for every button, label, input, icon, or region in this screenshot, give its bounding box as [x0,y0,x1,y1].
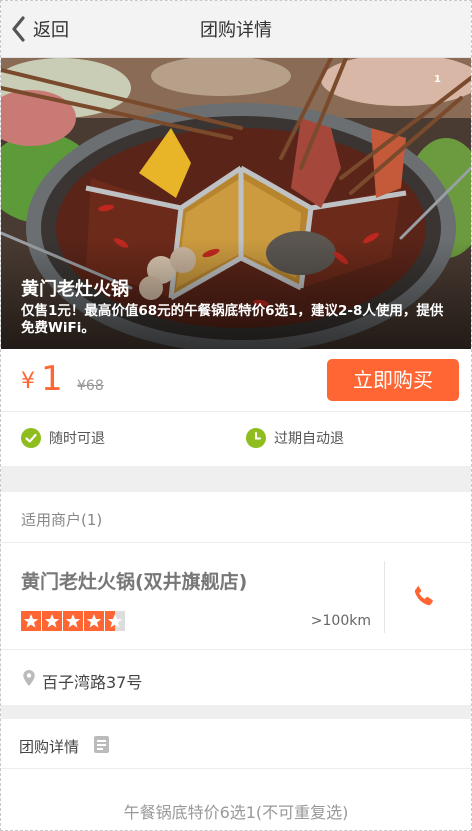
deal-detail-item: 午餐锅底特价6选1(不可重复选) [123,803,349,822]
merchant-address: 百子湾路37号 [42,673,143,692]
guarantee-expiry-refund: 过期自动退 [246,428,344,448]
original-price: ¥68 [77,378,104,394]
deal-detail-header: 团购详情 [1,719,471,769]
merchant-section-header: 适用商户(1) [1,492,471,543]
deal-detail-content: 午餐锅底特价6选1(不可重复选) [1,769,471,830]
top-nav-bar: 返回 团购详情 [1,1,471,58]
page-title: 团购详情 [200,20,272,41]
merchant-distance: >100km [310,613,371,629]
deal-detail-title: 团购详情 [19,738,80,756]
merchant-address-row[interactable]: 百子湾路37号 [1,650,471,705]
location-pin-icon [23,670,35,686]
merchant-section-title: 适用商户(1) [21,511,103,529]
section-divider [1,705,471,719]
half-star-icon [105,611,125,631]
star-icon [42,611,62,631]
merchant-name: 黄门老灶火锅(双井旗舰店) [21,571,248,593]
document-icon [94,736,109,753]
price-row: ¥ 1 ¥68 立即购买 [1,349,471,411]
deal-image-banner[interactable]: 1 黄门老灶火锅 仅售1元！最高价值68元的午餐锅底特价6选1，建议2-8人使用… [1,58,471,349]
currency-symbol: ¥ [21,369,35,394]
star-icon [63,611,83,631]
image-pager: 1 [434,74,441,85]
page: 返回 团购详情 1 黄门老灶火锅 仅售1元！最高价值68元的午餐锅底特价6选1，… [0,0,472,831]
star-icon [21,611,41,631]
star-rating [21,611,126,631]
refund-guarantees: 随时可退 过期自动退 [1,411,471,467]
guarantee-label: 过期自动退 [274,431,344,447]
deal-title: 黄门老灶火锅 [21,279,129,300]
section-divider [1,466,471,492]
star-icon [84,611,104,631]
guarantee-anytime-refund: 随时可退 [21,428,105,448]
deal-description: 仅售1元！最高价值68元的午餐锅底特价6选1，建议2-8人使用，提供免费WiFi… [21,303,444,336]
clock-icon [246,428,266,448]
phone-icon[interactable] [411,583,437,609]
vertical-divider [384,561,385,633]
check-icon [21,428,41,448]
buy-now-button[interactable]: 立即购买 [327,359,459,401]
current-price: 1 [41,359,63,399]
merchant-card[interactable]: 黄门老灶火锅(双井旗舰店) >100km [1,543,471,650]
guarantee-label: 随时可退 [49,431,105,447]
